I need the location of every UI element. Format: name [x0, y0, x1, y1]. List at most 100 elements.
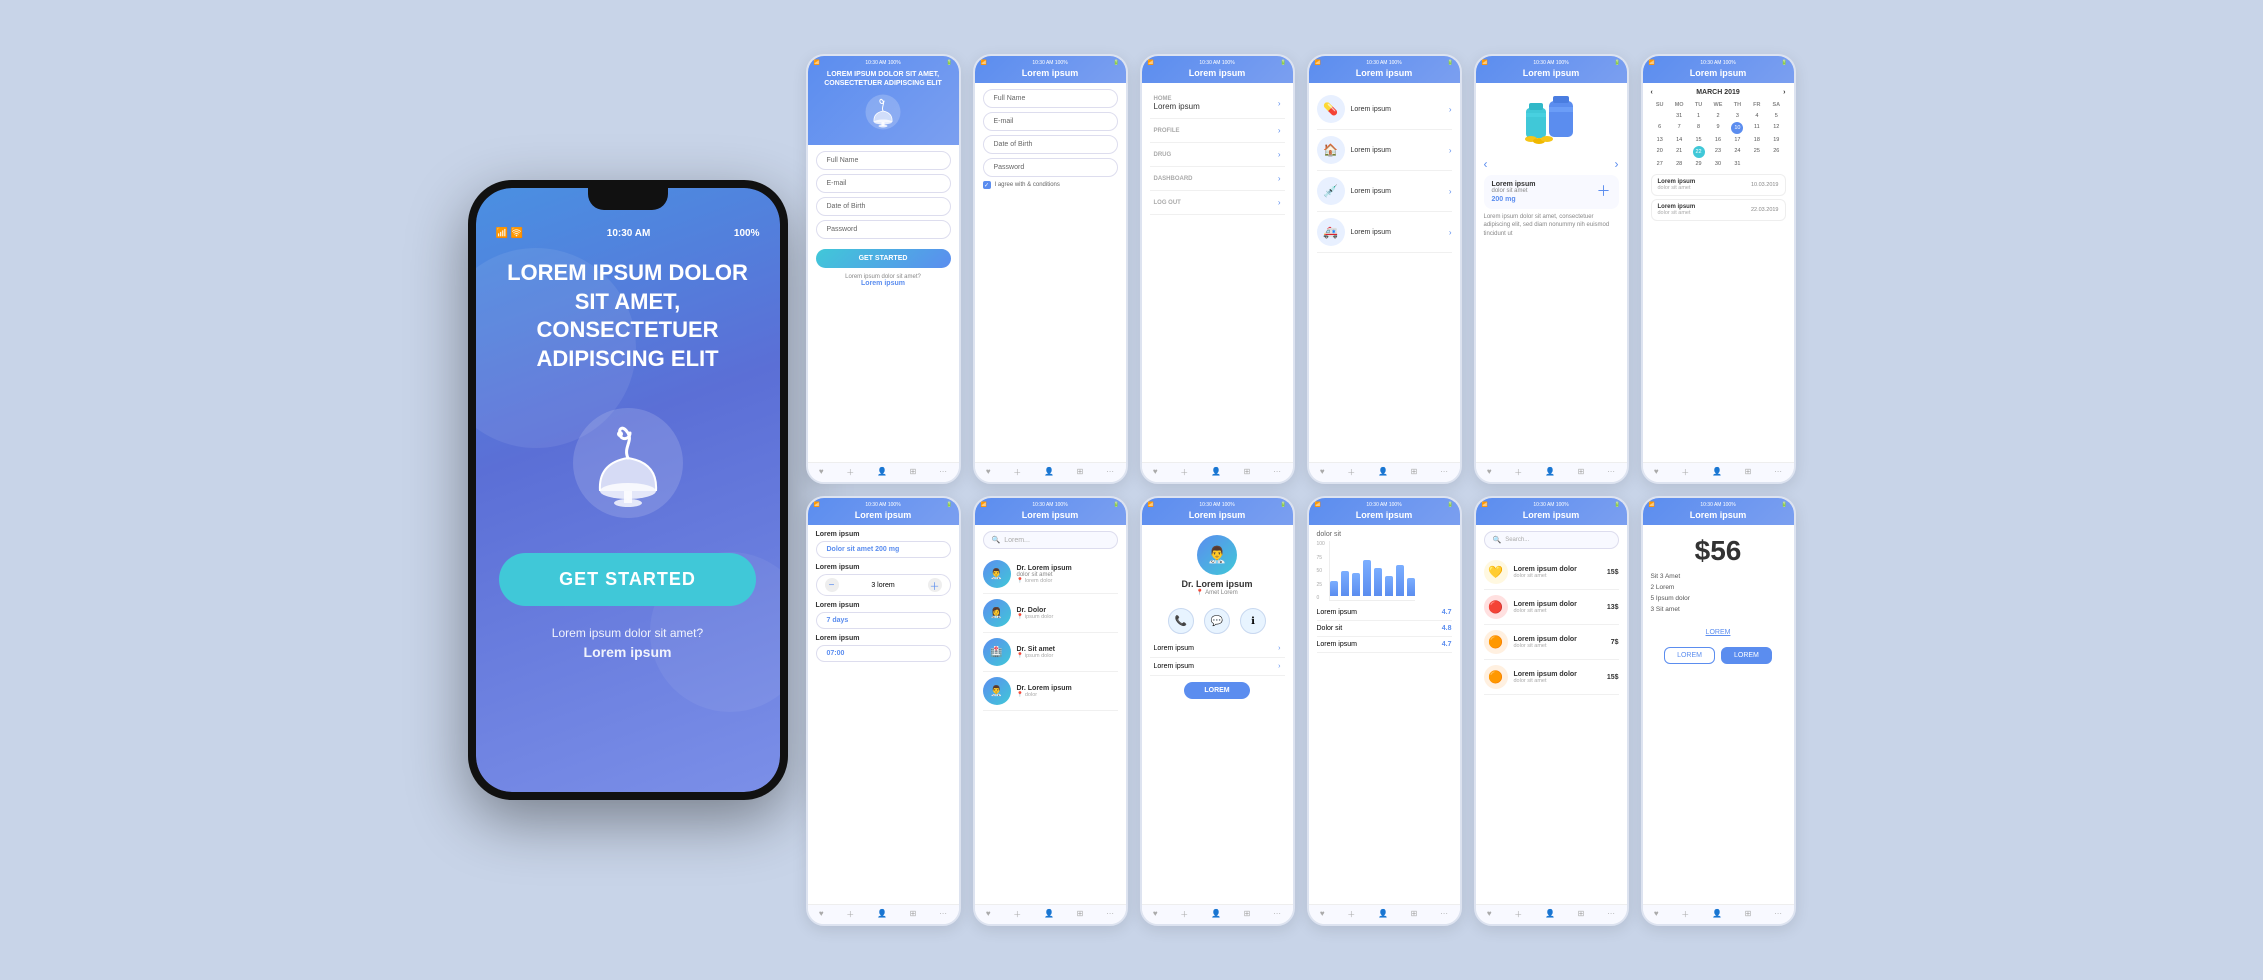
- doctor-card-4[interactable]: 👨‍⚕️ Dr. Lorem ipsum 📍 dolor: [983, 672, 1118, 711]
- login-password[interactable]: Password: [983, 158, 1118, 177]
- cal-event-1[interactable]: Lorem ipsum dolor sit amet 10.03.2019: [1651, 174, 1786, 196]
- login-fullname[interactable]: Full Name: [983, 89, 1118, 108]
- footer-grid-icon[interactable]: ⊞: [1077, 909, 1084, 920]
- footer-heart-icon[interactable]: ♥: [819, 467, 824, 478]
- footer-dots-icon[interactable]: ···: [1106, 467, 1114, 478]
- add-med-button[interactable]: ＋: [1597, 181, 1611, 201]
- footer-grid-icon[interactable]: ⊞: [1745, 909, 1752, 920]
- reg-fullname-field[interactable]: Full Name: [816, 151, 951, 170]
- footer-dots-icon[interactable]: ···: [1607, 909, 1615, 920]
- footer-heart-icon[interactable]: ♥: [1654, 467, 1659, 478]
- order-btn-1[interactable]: LOREM: [1664, 647, 1715, 664]
- footer-heart-icon[interactable]: ♥: [1320, 909, 1325, 920]
- footer-plus-icon[interactable]: ＋: [846, 467, 854, 478]
- footer-plus-icon[interactable]: ＋: [1180, 467, 1188, 478]
- med-list-item-1[interactable]: 💛 Lorem ipsum dolor dolor sit amet 15$: [1484, 555, 1619, 590]
- cal-prev[interactable]: ‹: [1651, 89, 1653, 96]
- med-search-input[interactable]: 🔍 Search...: [1484, 531, 1619, 549]
- footer-person-icon[interactable]: 👤: [1378, 909, 1388, 920]
- footer-dots-icon[interactable]: ···: [1273, 909, 1281, 920]
- footer-plus-icon[interactable]: ＋: [1347, 467, 1355, 478]
- menu-item-logout[interactable]: LOG OUT ›: [1150, 191, 1285, 215]
- footer-heart-icon[interactable]: ♥: [986, 467, 991, 478]
- footer-dots-icon[interactable]: ···: [939, 467, 947, 478]
- footer-person-icon[interactable]: 👤: [1211, 467, 1221, 478]
- doctor-card-2[interactable]: 👩‍⚕️ Dr. Dolor 📍 ipsum dolor: [983, 594, 1118, 633]
- footer-heart-icon[interactable]: ♥: [1320, 467, 1325, 478]
- footer-person-icon[interactable]: 👤: [1545, 467, 1555, 478]
- login-email[interactable]: E-mail: [983, 112, 1118, 131]
- footer-grid-icon[interactable]: ⊞: [1745, 467, 1752, 478]
- icon-list-item-4[interactable]: 🚑 Lorem ipsum ›: [1317, 212, 1452, 253]
- footer-plus-icon[interactable]: ＋: [1514, 909, 1522, 920]
- footer-plus-icon[interactable]: ＋: [1347, 909, 1355, 920]
- menu-item-profile[interactable]: PROFILE ›: [1150, 119, 1285, 143]
- footer-grid-icon[interactable]: ⊞: [910, 467, 917, 478]
- footer-heart-icon[interactable]: ♥: [1153, 467, 1158, 478]
- footer-heart-icon[interactable]: ♥: [819, 909, 824, 920]
- footer-plus-icon[interactable]: ＋: [846, 909, 854, 920]
- footer-dots-icon[interactable]: ···: [1774, 467, 1782, 478]
- doctor-card-1[interactable]: 👨‍⚕️ Dr. Lorem ipsum dolor sit amet 📍 lo…: [983, 555, 1118, 594]
- get-started-button[interactable]: GET STARTED: [499, 553, 756, 606]
- doctor-search-input[interactable]: 🔍 Lorem...: [983, 531, 1118, 549]
- dosage-time[interactable]: 07:00: [816, 645, 951, 662]
- footer-dots-icon[interactable]: ···: [1106, 909, 1114, 920]
- doc-cta-button[interactable]: LOREM: [1184, 682, 1249, 699]
- reg-dob-field[interactable]: Date of Birth: [816, 197, 951, 216]
- reg-email-field[interactable]: E-mail: [816, 174, 951, 193]
- menu-item-drug[interactable]: DRUG ›: [1150, 143, 1285, 167]
- footer-person-icon[interactable]: 👤: [1378, 467, 1388, 478]
- footer-person-icon[interactable]: 👤: [877, 909, 887, 920]
- footer-person-icon[interactable]: 👤: [1044, 909, 1054, 920]
- footer-person-icon[interactable]: 👤: [1545, 909, 1555, 920]
- dosage-days[interactable]: 7 days: [816, 612, 951, 629]
- terms-checkbox[interactable]: ✓: [983, 181, 991, 189]
- today-date[interactable]: 10: [1731, 122, 1743, 134]
- med-list-item-3[interactable]: 🟠 Lorem ipsum dolor dolor sit amet 7$: [1484, 625, 1619, 660]
- footer-heart-icon[interactable]: ♥: [1487, 909, 1492, 920]
- footer-link[interactable]: Lorem ipsum: [552, 644, 703, 660]
- med-list-item-2[interactable]: 🔴 Lorem ipsum dolor dolor sit amet 13$: [1484, 590, 1619, 625]
- dosage-val1[interactable]: Dolor sit amet 200 mg: [816, 541, 951, 558]
- cal-event-2[interactable]: Lorem ipsum dolor sit amet 22.03.2019: [1651, 199, 1786, 221]
- footer-grid-icon[interactable]: ⊞: [1244, 909, 1251, 920]
- footer-person-icon[interactable]: 👤: [1712, 909, 1722, 920]
- footer-person-icon[interactable]: 👤: [1211, 909, 1221, 920]
- reg-cta-button[interactable]: GET STARTED: [816, 249, 951, 268]
- cal-next[interactable]: ›: [1783, 89, 1785, 96]
- doc-menu-2[interactable]: Lorem ipsum ›: [1150, 658, 1285, 676]
- footer-heart-icon[interactable]: ♥: [1487, 467, 1492, 478]
- prev-arrow[interactable]: ‹: [1484, 157, 1488, 171]
- next-arrow[interactable]: ›: [1615, 157, 1619, 171]
- footer-person-icon[interactable]: 👤: [1712, 467, 1722, 478]
- footer-dots-icon[interactable]: ···: [1273, 467, 1281, 478]
- footer-dots-icon[interactable]: ···: [1440, 909, 1448, 920]
- call-button[interactable]: 📞: [1168, 608, 1194, 634]
- footer-plus-icon[interactable]: ＋: [1013, 467, 1021, 478]
- footer-plus-icon[interactable]: ＋: [1681, 467, 1689, 478]
- footer-grid-icon[interactable]: ⊞: [1411, 909, 1418, 920]
- footer-dots-icon[interactable]: ···: [939, 909, 947, 920]
- footer-heart-icon[interactable]: ♥: [986, 909, 991, 920]
- icon-list-item-1[interactable]: 💊 Lorem ipsum ›: [1317, 89, 1452, 130]
- menu-item-dashboard[interactable]: DASHBOARD ›: [1150, 167, 1285, 191]
- footer-plus-icon[interactable]: ＋: [1681, 909, 1689, 920]
- footer-person-icon[interactable]: 👤: [1044, 467, 1054, 478]
- login-dob[interactable]: Date of Birth: [983, 135, 1118, 154]
- icon-list-item-2[interactable]: 🏠 Lorem ipsum ›: [1317, 130, 1452, 171]
- menu-item-home[interactable]: HOME Lorem ipsum ›: [1150, 89, 1285, 119]
- footer-grid-icon[interactable]: ⊞: [910, 909, 917, 920]
- doc-menu-1[interactable]: Lorem ipsum ›: [1150, 640, 1285, 658]
- order-link[interactable]: LOREM: [1706, 629, 1731, 636]
- footer-person-icon[interactable]: 👤: [877, 467, 887, 478]
- footer-plus-icon[interactable]: ＋: [1514, 467, 1522, 478]
- message-button[interactable]: 💬: [1204, 608, 1230, 634]
- footer-dots-icon[interactable]: ···: [1774, 909, 1782, 920]
- footer-dots-icon[interactable]: ···: [1607, 467, 1615, 478]
- footer-plus-icon[interactable]: ＋: [1013, 909, 1021, 920]
- icon-list-item-3[interactable]: 💉 Lorem ipsum ›: [1317, 171, 1452, 212]
- footer-grid-icon[interactable]: ⊞: [1077, 467, 1084, 478]
- info-button[interactable]: ℹ: [1240, 608, 1266, 634]
- doctor-card-3[interactable]: 🏥 Dr. Sit amet 📍 ipsum dolor: [983, 633, 1118, 672]
